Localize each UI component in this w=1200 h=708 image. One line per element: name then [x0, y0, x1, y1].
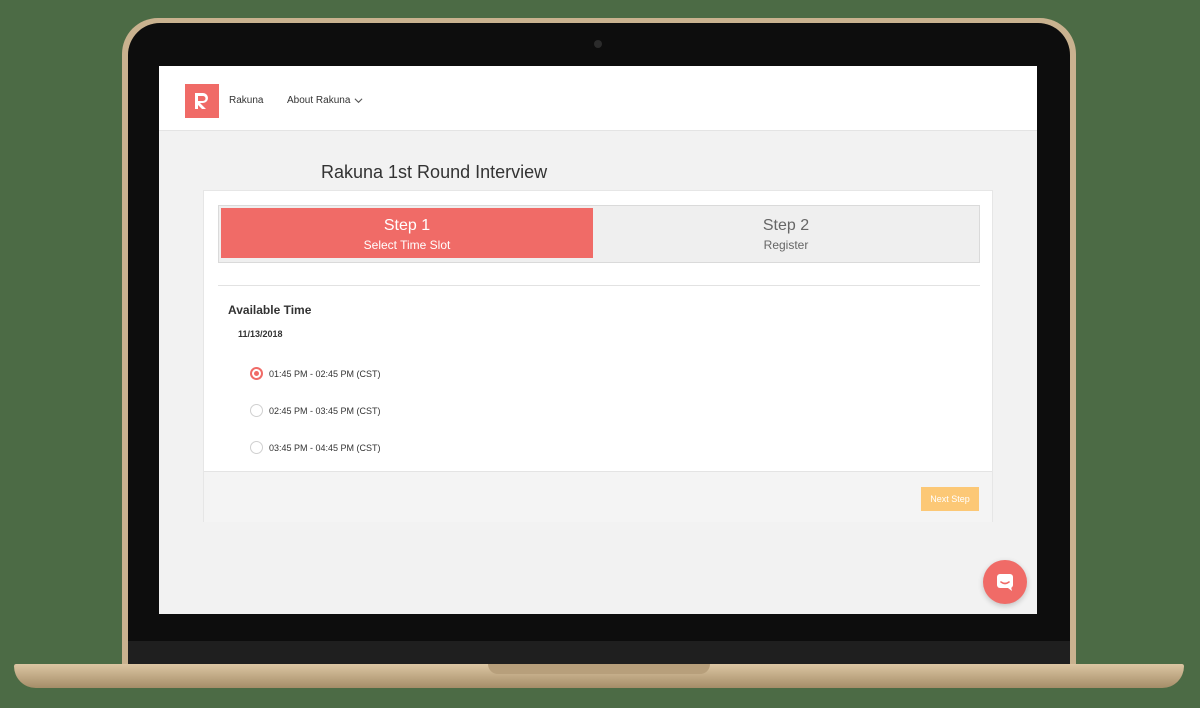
time-slot-option[interactable]: 03:45 PM - 04:45 PM (CST) — [250, 429, 381, 466]
available-time-heading: Available Time — [228, 303, 312, 317]
nav-brand-link[interactable]: Rakuna — [229, 95, 263, 106]
step-2-subtitle: Register — [763, 238, 809, 252]
step-1-subtitle: Select Time Slot — [363, 238, 451, 252]
rakuna-logo-icon[interactable] — [185, 84, 219, 118]
time-slot-option[interactable]: 01:45 PM - 02:45 PM (CST) — [250, 355, 381, 392]
booking-card: Step 1 Select Time Slot Step 2 Register … — [203, 190, 993, 522]
step-2-title: Step 2 — [762, 217, 810, 234]
chat-launcher-button[interactable] — [983, 560, 1027, 604]
camera-icon — [594, 40, 602, 48]
chevron-down-icon — [354, 98, 363, 104]
step-1: Step 1 Select Time Slot — [221, 208, 593, 258]
top-navigation: Rakuna About Rakuna — [159, 66, 1037, 131]
nav-about-menu[interactable]: About Rakuna — [287, 95, 363, 106]
next-step-button[interactable]: Next Step — [921, 487, 979, 511]
radio-button[interactable] — [250, 404, 263, 417]
laptop-base-notch — [488, 664, 710, 674]
chat-icon — [997, 574, 1013, 591]
time-slot-label: 03:45 PM - 04:45 PM (CST) — [269, 442, 381, 453]
time-slot-option[interactable]: 02:45 PM - 03:45 PM (CST) — [250, 392, 381, 429]
step-2: Step 2 Register — [593, 206, 979, 262]
radio-button-selected[interactable] — [250, 367, 263, 380]
step-1-title: Step 1 — [383, 217, 431, 234]
laptop-bezel-bottom — [128, 641, 1070, 665]
radio-button[interactable] — [250, 441, 263, 454]
slot-date: 11/13/2018 — [238, 329, 283, 339]
step-indicator: Step 1 Select Time Slot Step 2 Register — [218, 205, 980, 263]
time-slot-list: 01:45 PM - 02:45 PM (CST) 02:45 PM - 03:… — [250, 355, 381, 466]
time-slot-label: 02:45 PM - 03:45 PM (CST) — [269, 405, 381, 416]
page-title: Rakuna 1st Round Interview — [321, 162, 548, 183]
screen: Rakuna About Rakuna Rakuna 1st Round Int… — [159, 66, 1037, 614]
divider — [218, 285, 980, 286]
nav-about-label: About Rakuna — [287, 95, 351, 106]
time-slot-label: 01:45 PM - 02:45 PM (CST) — [269, 368, 381, 379]
card-footer: Next Step — [204, 471, 992, 522]
